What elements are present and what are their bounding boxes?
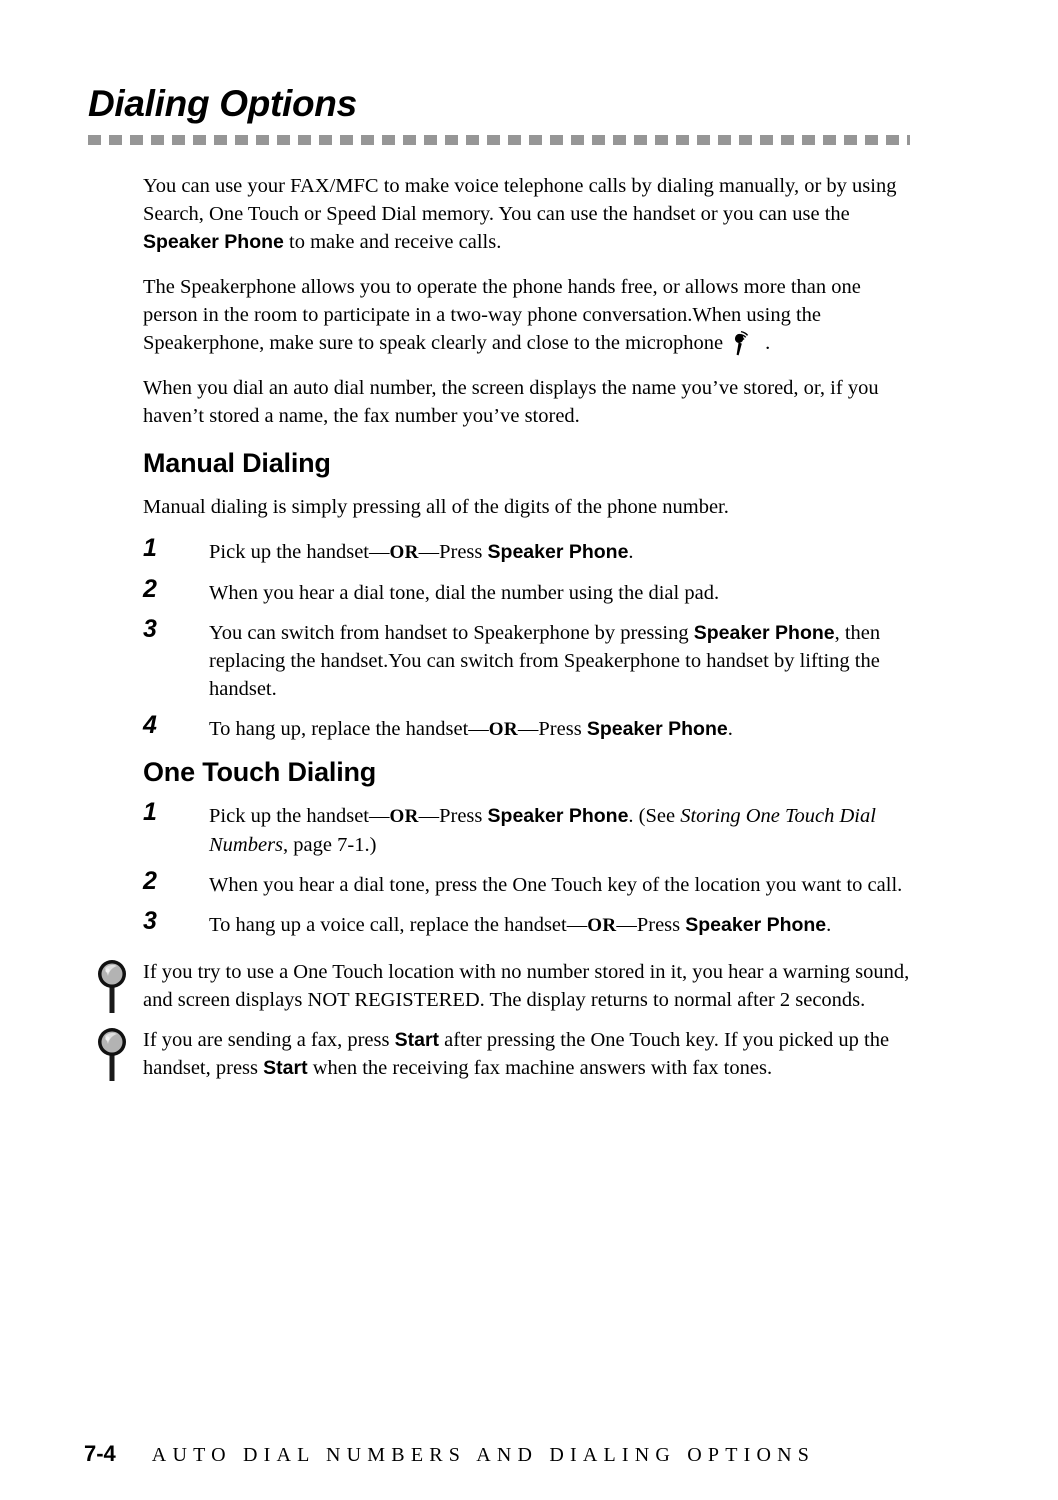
section-heading-manual-dialing: Manual Dialing bbox=[143, 448, 331, 478]
numbered-step: 4 To hang up, replace the handset—OR—Pres… bbox=[143, 711, 918, 744]
key-label: Speaker Phone bbox=[685, 914, 827, 936]
step-number: 2 bbox=[143, 575, 157, 603]
intro-paragraph-2: The Speakerphone allows you to operate t… bbox=[143, 273, 918, 357]
or-separator-label: OR bbox=[587, 915, 617, 936]
intro-p1-text-b: to make and receive calls. bbox=[283, 231, 502, 253]
microphone-icon bbox=[731, 330, 751, 356]
step-text: If you try to use a One Touch location w… bbox=[143, 961, 910, 1011]
key-label: Speaker Phone bbox=[586, 718, 728, 740]
step-text: —Press bbox=[418, 805, 488, 827]
manual-dialing-intro: Manual dialing is simply pressing all of… bbox=[143, 496, 729, 518]
step-text: When you hear a dial tone, press the One… bbox=[209, 874, 903, 896]
or-separator-label: OR bbox=[389, 542, 419, 563]
numbered-step: 1 Pick up the handset—OR—Press Speaker Ph… bbox=[143, 798, 918, 859]
note-callout: If you try to use a One Touch location w… bbox=[98, 958, 918, 1014]
key-label: Speaker Phone bbox=[487, 541, 629, 563]
step-number: 4 bbox=[143, 711, 157, 739]
note-body: If you try to use a One Touch location w… bbox=[143, 961, 909, 1011]
note-body: If you are sending a fax, press Start af… bbox=[143, 1029, 889, 1079]
dashed-rule-divider bbox=[88, 135, 910, 145]
step-body: Pick up the handset—OR—Press Speaker Pho… bbox=[209, 541, 634, 563]
step-number: 2 bbox=[143, 867, 157, 895]
step-text: Pick up the handset— bbox=[209, 541, 390, 563]
step-text: —Press bbox=[517, 718, 587, 740]
step-text: —Press bbox=[418, 541, 488, 563]
intro-paragraph-3: When you dial an auto dial number, the s… bbox=[143, 377, 879, 427]
note-callout: If you are sending a fax, press Start af… bbox=[98, 1026, 918, 1082]
one-touch-notes-list: If you try to use a One Touch location w… bbox=[98, 958, 918, 1082]
step-body: To hang up, replace the handset—OR—Press… bbox=[209, 718, 733, 740]
numbered-step: 3 To hang up a voice call, replace the ha… bbox=[143, 907, 918, 940]
title-block: Dialing Options bbox=[88, 82, 918, 145]
numbered-step: 1 Pick up the handset—OR—Press Speaker Ph… bbox=[143, 534, 918, 567]
step-text: . bbox=[628, 541, 634, 563]
key-label: Start bbox=[263, 1057, 308, 1079]
magnifier-note-icon bbox=[95, 958, 129, 1014]
step-text: . bbox=[727, 718, 733, 740]
step-text: To hang up a voice call, replace the han… bbox=[209, 914, 588, 936]
page-title: Dialing Options bbox=[88, 83, 357, 124]
key-label: Start bbox=[394, 1029, 440, 1051]
numbered-step: 2 When you hear a dial tone, press the On… bbox=[143, 867, 918, 899]
page-footer: 7-4 AUTO DIAL NUMBERS AND DIALING OPTION… bbox=[84, 1441, 964, 1467]
key-label: Speaker Phone bbox=[693, 622, 835, 644]
step-number: 1 bbox=[143, 534, 157, 562]
section-heading-one-touch-dialing: One Touch Dialing bbox=[143, 757, 377, 787]
step-text: To hang up, replace the handset— bbox=[209, 718, 489, 740]
or-separator-label: OR bbox=[488, 719, 518, 740]
footer-running-title: AUTO DIAL NUMBERS AND DIALING OPTIONS bbox=[151, 1444, 816, 1466]
speaker-phone-key-label: Speaker Phone bbox=[143, 231, 284, 253]
intro-p2-text-a: The Speakerphone allows you to operate t… bbox=[143, 276, 861, 354]
step-text: when the receiving fax machine answers w… bbox=[307, 1057, 773, 1079]
step-number: 3 bbox=[143, 615, 157, 643]
manual-dialing-step-list: 1 Pick up the handset—OR—Press Speaker Ph… bbox=[143, 534, 918, 744]
intro-p1-text-a: You can use your FAX/MFC to make voice t… bbox=[143, 175, 897, 225]
numbered-step: 2 When you hear a dial tone, dial the num… bbox=[143, 575, 918, 607]
one-touch-dialing-step-list: 1 Pick up the handset—OR—Press Speaker Ph… bbox=[143, 798, 918, 940]
step-body: Pick up the handset—OR—Press Speaker Pho… bbox=[209, 805, 876, 856]
step-body: When you hear a dial tone, dial the numb… bbox=[209, 582, 719, 604]
step-text: . (See bbox=[628, 805, 681, 827]
step-number: 1 bbox=[143, 798, 157, 826]
or-separator-label: OR bbox=[389, 806, 419, 827]
magnifier-note-icon bbox=[95, 1026, 129, 1082]
document-page: Dialing Options You can use your FAX/MFC… bbox=[0, 0, 1058, 1500]
step-text: . bbox=[826, 914, 832, 936]
step-body: To hang up a voice call, replace the han… bbox=[209, 914, 831, 936]
step-text: Pick up the handset— bbox=[209, 805, 390, 827]
step-text: If you are sending a fax, press bbox=[143, 1029, 395, 1051]
step-text: —Press bbox=[616, 914, 686, 936]
footer-page-number: 7-4 bbox=[84, 1441, 116, 1466]
intro-p2-text-b: . bbox=[765, 332, 771, 354]
intro-paragraph-1: You can use your FAX/MFC to make voice t… bbox=[143, 172, 918, 256]
step-number: 3 bbox=[143, 907, 157, 935]
step-text: , page 7-1.) bbox=[283, 834, 377, 856]
step-text: When you hear a dial tone, dial the numb… bbox=[209, 582, 720, 604]
step-body: You can switch from handset to Speakerph… bbox=[209, 622, 880, 700]
key-label: Speaker Phone bbox=[487, 805, 629, 827]
document-body: You can use your FAX/MFC to make voice t… bbox=[98, 172, 918, 1094]
step-body: When you hear a dial tone, press the One… bbox=[209, 874, 902, 896]
step-text: You can switch from handset to Speakerph… bbox=[209, 622, 694, 644]
numbered-step: 3 You can switch from handset to Speakerp… bbox=[143, 615, 918, 703]
